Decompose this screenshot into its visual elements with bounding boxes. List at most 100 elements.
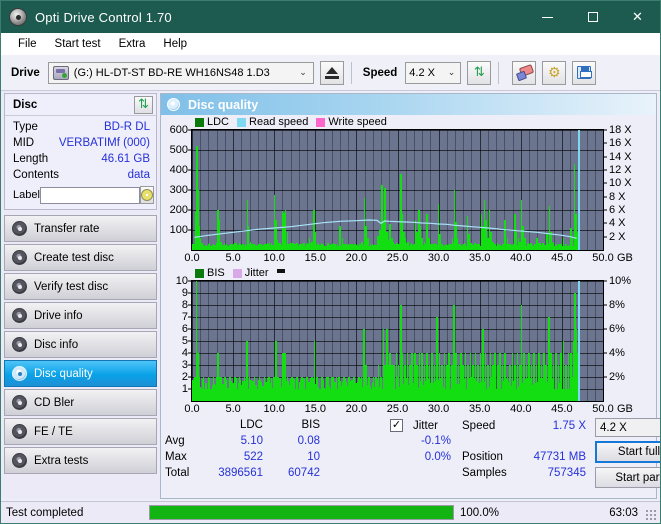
series-bar [221, 389, 224, 401]
series-bar [288, 389, 291, 401]
stats-avg-ldc: 5.10 [240, 435, 263, 447]
ldc-plot-area[interactable] [191, 129, 604, 251]
menu-file[interactable]: File [9, 36, 46, 52]
sidebar-item-disc-quality[interactable]: Disc quality [4, 360, 157, 387]
disc-label-input[interactable] [39, 186, 140, 204]
stats-col-bis: BIS [301, 419, 320, 431]
series-bar [233, 377, 236, 401]
sidebar-item-disc-info[interactable]: Disc info [4, 331, 157, 358]
series-bar [431, 353, 433, 401]
menu-help-label: Help [163, 37, 188, 50]
series-bar [375, 377, 377, 401]
series-bar [484, 353, 487, 401]
resize-grip[interactable] [645, 509, 657, 521]
minimize-button[interactable] [525, 1, 570, 33]
start-full-button[interactable]: Start full [595, 441, 660, 463]
stats-samples-label: Samples [462, 467, 507, 479]
menu-help[interactable]: Help [154, 36, 196, 52]
series-bar [323, 389, 326, 401]
disc-type-label: Type [13, 121, 38, 133]
test-speed-select[interactable]: 4.2 X ⌄ [595, 418, 660, 437]
maximize-button[interactable] [570, 1, 615, 33]
sidebar-item-drive-info[interactable]: Drive info [4, 302, 157, 329]
x-tick-label: 35.0 [468, 252, 491, 264]
stats-position-label: Position [462, 451, 503, 463]
sidebar-item-fe-te[interactable]: FE / TE [4, 418, 157, 445]
y2-tick-label: 4 X [609, 217, 626, 230]
series-bar [523, 353, 525, 401]
series-bar [409, 365, 411, 401]
series-bar [284, 353, 286, 401]
series-bar [333, 389, 335, 401]
series-bar [243, 377, 246, 401]
series-bar [253, 377, 256, 401]
series-bar [401, 353, 404, 401]
speed-label: Speed [362, 66, 398, 79]
disc-properties: Type BD-R DL MID VERBATIMf (000) Length … [5, 116, 156, 209]
disc-row-length: Length 46.61 GB [13, 151, 150, 167]
start-part-button[interactable]: Start part [595, 467, 660, 488]
sidebar-item-label: Drive info [34, 309, 83, 322]
series-bar [525, 365, 528, 401]
series-bar [251, 389, 253, 401]
refresh-button[interactable]: ⇅ [467, 60, 492, 85]
sidebar-item-create-test-disc[interactable]: Create test disc [4, 244, 157, 271]
disc-info-panel: Disc ⇅ Type BD-R DL MID VERBATIMf (000) … [4, 93, 157, 210]
series-bar [450, 365, 453, 401]
series-bar [219, 377, 221, 401]
disc-length-value: 46.61 GB [101, 153, 150, 165]
sidebar: Disc ⇅ Type BD-R DL MID VERBATIMf (000) … [1, 91, 160, 523]
stats-max-ldc: 522 [243, 451, 263, 463]
x-tick-label: 30.0 [427, 252, 450, 264]
legend-entry-bis: BIS [195, 267, 225, 279]
series-bar [231, 389, 234, 401]
series-bar [298, 389, 301, 401]
sidebar-item-extra-tests[interactable]: Extra tests [4, 447, 157, 474]
sidebar-item-label: Transfer rate [34, 222, 100, 235]
position-cursor [577, 130, 580, 250]
stats-speed-label: Speed [462, 420, 496, 432]
menu-start-test[interactable]: Start test [46, 36, 110, 52]
series-bar [205, 389, 207, 401]
series-bar [501, 365, 504, 401]
y2-tick [604, 236, 607, 238]
series-bar [411, 353, 414, 401]
erase-button[interactable] [512, 60, 537, 85]
gridline-h [192, 305, 603, 306]
series-bar [268, 377, 271, 401]
x-tick-label: 15.0 [304, 252, 327, 264]
bis-plot-area[interactable] [191, 280, 604, 402]
disc-label-button[interactable] [139, 186, 154, 204]
disc-refresh-button[interactable]: ⇅ [134, 95, 153, 114]
series-bar [487, 365, 489, 401]
y2-tick [604, 196, 607, 198]
series-bar [308, 389, 311, 401]
x-tick-label: 15.0 [304, 403, 327, 415]
disc-icon [167, 98, 180, 111]
series-bar [343, 377, 345, 401]
series-bar [348, 377, 350, 401]
series-bar [236, 389, 238, 401]
series-bar [335, 377, 338, 401]
sidebar-item-verify-test-disc[interactable]: Verify test disc [4, 273, 157, 300]
series-bar [499, 353, 502, 401]
legend-entry-ldc: LDC [195, 116, 229, 128]
series-bar [390, 365, 393, 401]
series-bar [345, 389, 348, 401]
menu-extra[interactable]: Extra [110, 36, 155, 52]
speed-select[interactable]: 4.2 X ⌄ [405, 61, 462, 84]
jitter-checkbox[interactable]: ✓ [390, 419, 403, 432]
sidebar-item-cd-bler[interactable]: CD Bler [4, 389, 157, 416]
disc-contents-label: Contents [13, 169, 60, 181]
sidebar-item-transfer-rate[interactable]: Transfer rate [4, 215, 157, 242]
save-button[interactable] [572, 60, 597, 85]
x-tick-label: 50.0 [592, 252, 614, 264]
ldc-chart-legend: LDC Read speed Write speed [161, 115, 656, 129]
x-tick-label: 5.0 [225, 252, 241, 264]
series-bar [303, 389, 306, 401]
eject-button[interactable] [319, 60, 344, 85]
drive-select[interactable]: (G:) HL-DT-ST BD-RE WH16NS48 1.D3 ⌄ [47, 61, 314, 84]
close-button[interactable]: ✕ [615, 1, 660, 33]
tools-button[interactable]: ⚙ [542, 60, 567, 85]
speed-select-value: 4.2 X [409, 66, 435, 79]
